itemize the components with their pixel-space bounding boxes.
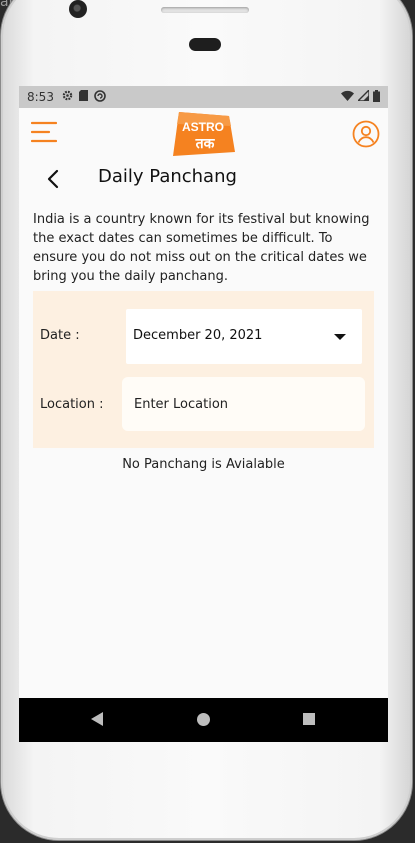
page-title: Daily Panchang — [98, 166, 237, 187]
camera-icon — [69, 0, 87, 18]
location-label: Location : — [40, 397, 104, 412]
date-dropdown[interactable]: December 20, 2021 — [126, 309, 362, 364]
back-arrow-icon[interactable] — [43, 168, 65, 190]
wifi-icon — [341, 90, 354, 104]
svg-text:ASTRO: ASTRO — [182, 120, 224, 134]
dropdown-caret-icon — [334, 334, 346, 340]
android-nav-bar — [19, 698, 388, 742]
location-input[interactable] — [132, 392, 356, 416]
profile-icon[interactable] — [352, 120, 380, 148]
empty-state-message: No Panchang is Avialable — [122, 457, 285, 472]
svg-text:तक: तक — [195, 136, 216, 152]
earpiece-speaker — [161, 7, 249, 13]
status-bar: 8:53 — [19, 86, 388, 108]
status-time: 8:53 — [27, 90, 54, 104]
astro-tak-logo: ASTRO तक — [169, 110, 237, 158]
panchang-form: Date : December 20, 2021 Location : — [33, 291, 374, 448]
app-screen: 8:53 ASTRO तक Daily Panchang India is a … — [19, 86, 388, 742]
app-header: ASTRO तक — [19, 108, 388, 160]
location-field-container — [122, 377, 365, 431]
battery-icon — [373, 89, 380, 105]
proximity-sensor — [189, 38, 221, 51]
date-value: December 20, 2021 — [133, 328, 263, 343]
sync-icon — [94, 89, 106, 105]
menu-icon[interactable] — [30, 121, 58, 143]
date-label: Date : — [40, 328, 80, 343]
sd-card-icon — [78, 90, 88, 104]
signal-icon — [356, 88, 370, 104]
nav-home-icon[interactable] — [197, 713, 210, 726]
settings-icon — [62, 90, 73, 104]
nav-recents-icon[interactable] — [303, 713, 315, 725]
nav-back-icon[interactable] — [91, 712, 103, 726]
page-description: India is a country known for its festiva… — [33, 212, 370, 284]
title-row: Daily Panchang — [19, 160, 388, 200]
